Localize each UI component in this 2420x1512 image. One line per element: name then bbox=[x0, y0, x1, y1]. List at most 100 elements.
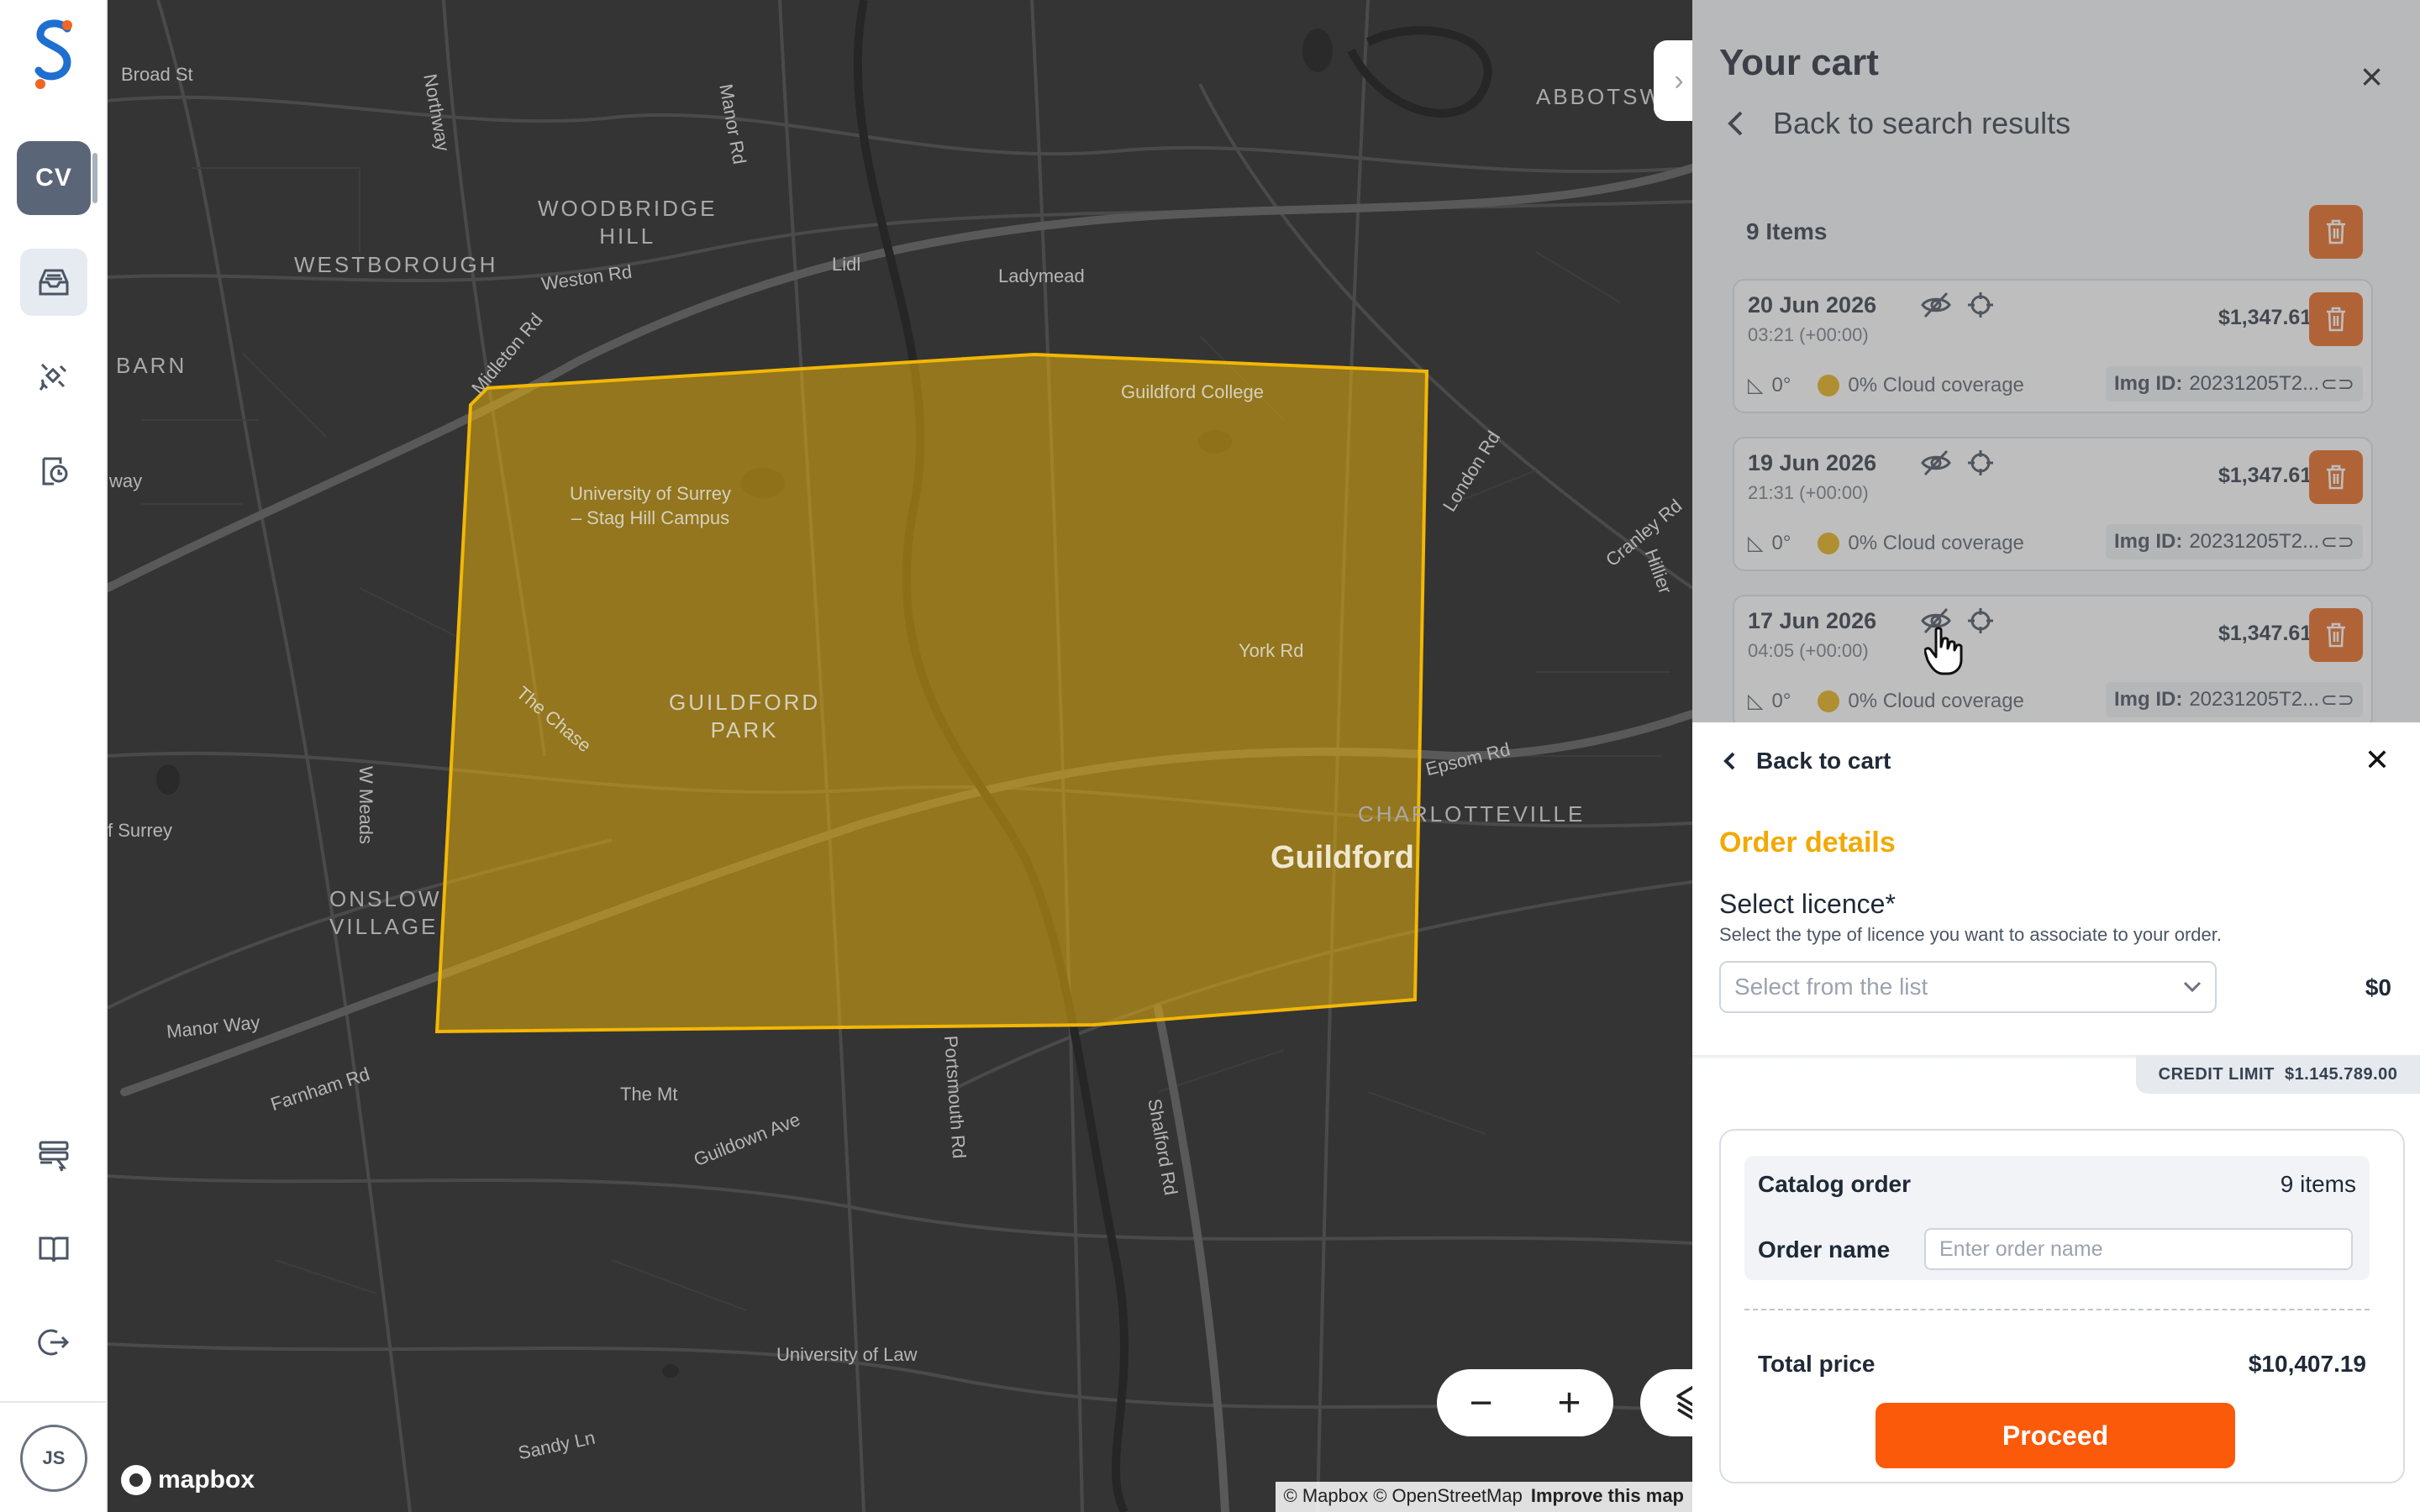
image-id-value: 20231205T2... bbox=[2189, 530, 2320, 553]
item-date: 19 Jun 2026 bbox=[1748, 450, 1877, 475]
proceed-button[interactable]: Proceed bbox=[1876, 1403, 2235, 1468]
map-label: GUILDFORD PARK bbox=[669, 690, 821, 743]
map-label: York Rd bbox=[1239, 640, 1304, 661]
zoom-out-button[interactable]: − bbox=[1469, 1380, 1492, 1426]
back-to-search-link[interactable]: Back to search results bbox=[1726, 106, 2070, 141]
catalog-order-label: Catalog order bbox=[1758, 1171, 1912, 1197]
chevron-left-icon bbox=[1728, 111, 1743, 136]
item-price: $1,347.61 bbox=[2218, 306, 2312, 329]
eye-off-icon[interactable] bbox=[1921, 449, 1951, 477]
item-time: 04:05 (+00:00) bbox=[1748, 640, 1869, 661]
item-image-id[interactable]: Img ID: 20231205T2... ⊂⊃ bbox=[2106, 366, 2363, 402]
map-label: way bbox=[109, 470, 143, 491]
remove-item-button[interactable] bbox=[2309, 450, 2363, 504]
trash-icon bbox=[2327, 465, 2345, 490]
crosshair-icon[interactable] bbox=[1966, 449, 1995, 477]
cart-item[interactable]: 19 Jun 2026 21:31 (+00:00) $1,347.61 ◺ 0°… bbox=[1733, 437, 2373, 571]
map-view[interactable]: Broad St Northway Manor Rd ABBOTSW WOODB… bbox=[108, 0, 1692, 1512]
crosshair-icon[interactable] bbox=[1966, 291, 1995, 319]
link-icon: ⊂⊃ bbox=[2320, 372, 2354, 396]
inbox-icon bbox=[39, 269, 69, 296]
rail-divider bbox=[0, 1401, 106, 1403]
order-details-heading: Order details bbox=[1719, 827, 1896, 858]
map-label: f Surrey bbox=[108, 820, 173, 841]
item-date: 17 Jun 2026 bbox=[1748, 608, 1877, 633]
cart-item[interactable]: 17 Jun 2026 04:05 (+00:00) $1,347.61 ◺ 0°… bbox=[1733, 595, 2373, 729]
items-count: 9 Items bbox=[1746, 218, 1828, 244]
item-angle: 0° bbox=[1771, 689, 1791, 712]
licence-select-placeholder: Select from the list bbox=[1734, 974, 1928, 1000]
nav-tasks[interactable] bbox=[20, 1121, 87, 1188]
order-summary-card: Catalog order 9 items Order name Enter o… bbox=[1719, 1129, 2405, 1483]
cart-item[interactable]: 20 Jun 2026 03:21 (+00:00) $1,347.61 ◺ 0°… bbox=[1733, 279, 2373, 413]
collapse-panel-button[interactable]: › bbox=[1654, 40, 1692, 121]
nav-logout[interactable] bbox=[20, 1309, 87, 1376]
credit-limit-badge: CREDIT LIMIT $1.145.789.00 bbox=[2136, 1055, 2420, 1094]
nav-satellite[interactable] bbox=[20, 343, 87, 410]
improve-map-link[interactable]: Improve this map bbox=[1531, 1485, 1684, 1506]
licence-select[interactable]: Select from the list bbox=[1719, 961, 2217, 1013]
nav-inbox[interactable] bbox=[20, 249, 87, 316]
close-icon[interactable]: × bbox=[2360, 57, 2383, 96]
map-label: The Mt bbox=[620, 1084, 678, 1105]
clear-cart-button[interactable] bbox=[2309, 205, 2363, 259]
attribution-text[interactable]: © Mapbox © OpenStreetMap bbox=[1284, 1485, 1523, 1506]
order-name-placeholder: Enter order name bbox=[1939, 1236, 2103, 1261]
layers-icon bbox=[1676, 1385, 1692, 1420]
map-label: Guildford College bbox=[1121, 381, 1264, 402]
image-id-label: Img ID: bbox=[2114, 530, 2183, 553]
map-label: BARN bbox=[116, 353, 187, 378]
order-summary-info: Catalog order 9 items Order name Enter o… bbox=[1744, 1156, 2370, 1280]
item-cloud: 0% Cloud coverage bbox=[1848, 531, 2024, 554]
item-image-id[interactable]: Img ID: 20231205T2... ⊂⊃ bbox=[2106, 524, 2363, 559]
map-label: Lidl bbox=[832, 254, 861, 275]
hand-cursor-icon bbox=[1924, 627, 1963, 675]
book-icon bbox=[39, 1236, 69, 1263]
close-icon[interactable]: ✕ bbox=[2365, 743, 2390, 778]
item-image-id[interactable]: Img ID: 20231205T2... ⊂⊃ bbox=[2106, 682, 2363, 717]
remove-item-button[interactable] bbox=[2309, 292, 2363, 346]
mapbox-logo[interactable]: mapbox bbox=[121, 1465, 255, 1495]
cloud-coverage-icon bbox=[1818, 532, 1840, 554]
catalog-order-count: 9 items bbox=[2280, 1171, 2356, 1197]
back-to-cart-label: Back to cart bbox=[1756, 748, 1891, 774]
trash-icon bbox=[2327, 622, 2345, 648]
chevron-right-icon: › bbox=[1674, 64, 1684, 97]
map-label: ABBOTSW bbox=[1536, 84, 1664, 109]
nav-history[interactable] bbox=[20, 437, 87, 504]
order-name-label: Order name bbox=[1758, 1236, 1891, 1263]
app-logo-icon[interactable] bbox=[29, 17, 79, 92]
link-icon: ⊂⊃ bbox=[2320, 530, 2354, 554]
org-switcher[interactable]: CV bbox=[17, 141, 97, 215]
zoom-in-button[interactable]: + bbox=[1557, 1380, 1581, 1426]
eye-off-icon[interactable] bbox=[1921, 291, 1951, 319]
map-label: Broad St bbox=[121, 64, 193, 85]
remove-item-button[interactable] bbox=[2309, 608, 2363, 662]
image-id-label: Img ID: bbox=[2114, 372, 2183, 395]
order-details-sheet: Back to cart ✕ Order details Select lice… bbox=[1692, 722, 2420, 1512]
zoom-control: − + bbox=[1437, 1369, 1613, 1436]
back-to-search-label: Back to search results bbox=[1773, 106, 2071, 140]
crosshair-icon[interactable] bbox=[1966, 606, 1995, 635]
mapbox-wordmark: mapbox bbox=[158, 1466, 255, 1494]
image-id-label: Img ID: bbox=[2114, 688, 2183, 711]
nav-docs[interactable] bbox=[20, 1215, 87, 1282]
left-rail: CV JS bbox=[0, 0, 108, 1512]
item-cloud: 0% Cloud coverage bbox=[1848, 373, 2024, 396]
chevron-left-icon bbox=[1723, 752, 1735, 770]
trash-icon bbox=[2327, 219, 2345, 244]
link-icon: ⊂⊃ bbox=[2320, 688, 2354, 711]
item-date: 20 Jun 2026 bbox=[1748, 292, 1877, 318]
image-id-value: 20231205T2... bbox=[2189, 688, 2320, 711]
map-label-city: Guildford bbox=[1270, 840, 1414, 875]
user-avatar[interactable]: JS bbox=[20, 1425, 87, 1492]
order-name-input[interactable]: Enter order name bbox=[1924, 1228, 2353, 1270]
cart-title: Your cart bbox=[1719, 42, 1879, 83]
satellite-icon bbox=[39, 363, 67, 391]
licence-title: Select licence* bbox=[1719, 889, 1896, 919]
item-angle: 0° bbox=[1771, 531, 1791, 554]
map-label: Ladymead bbox=[998, 265, 1085, 286]
map-label: W Meads bbox=[355, 766, 376, 844]
back-to-cart-link[interactable]: Back to cart bbox=[1723, 748, 1891, 774]
map-attribution: © Mapbox © OpenStreetMap Improve this map bbox=[1275, 1482, 1692, 1512]
